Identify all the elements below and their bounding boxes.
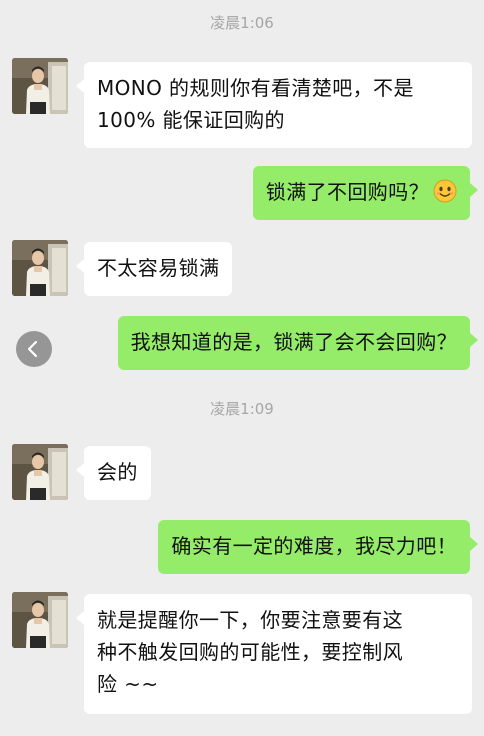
message-bubble-outgoing[interactable]: 确实有一定的难度，我尽力吧！ [158,520,478,574]
message-bubble-outgoing[interactable]: 我想知道的是，锁满了会不会回购？ [117,316,479,370]
contact-avatar[interactable] [12,592,68,648]
message-line: MONO 的规则你有看清楚吧，不是 [97,76,414,100]
message-text: 确实有一定的难度，我尽力吧！ [171,534,457,558]
message-text: 不太容易锁满 [97,256,220,280]
message-line: 100% 能保证回购的 [97,108,285,132]
avatar-image [12,444,68,500]
message-text: 锁满了不回购吗？ [265,180,429,204]
avatar-image [12,58,68,114]
timestamp: 凌晨1:09 [210,400,274,418]
message-line: 险 ~~ [97,672,159,696]
contact-avatar[interactable] [12,58,68,114]
back-button[interactable] [16,331,52,367]
message-bubble-incoming[interactable]: 不太容易锁满 [75,242,233,296]
avatar-image [12,240,68,296]
message-text: 我想知道的是，锁满了会不会回购？ [130,330,457,354]
smiling-face-emoji-icon [433,179,457,212]
contact-avatar[interactable] [12,240,68,296]
message-line: 种不触发回购的可能性，要控制风 [97,640,403,664]
chevron-left-icon [27,340,38,358]
message-bubble-incoming[interactable]: 就是提醒你一下，你要注意要有这 种不触发回购的可能性，要控制风 险 ~~ [76,594,472,714]
avatar-image [12,592,68,648]
message-bubble-incoming[interactable]: MONO 的规则你有看清楚吧，不是 100% 能保证回购的 [76,62,472,148]
message-bubble-outgoing[interactable]: 锁满了不回购吗？ [252,166,479,220]
contact-avatar[interactable] [12,444,68,500]
message-bubble-incoming[interactable]: 会的 [76,446,151,500]
timestamp: 凌晨1:06 [210,14,274,32]
message-line: 就是提醒你一下，你要注意要有这 [97,608,403,632]
message-text: 会的 [97,460,138,484]
